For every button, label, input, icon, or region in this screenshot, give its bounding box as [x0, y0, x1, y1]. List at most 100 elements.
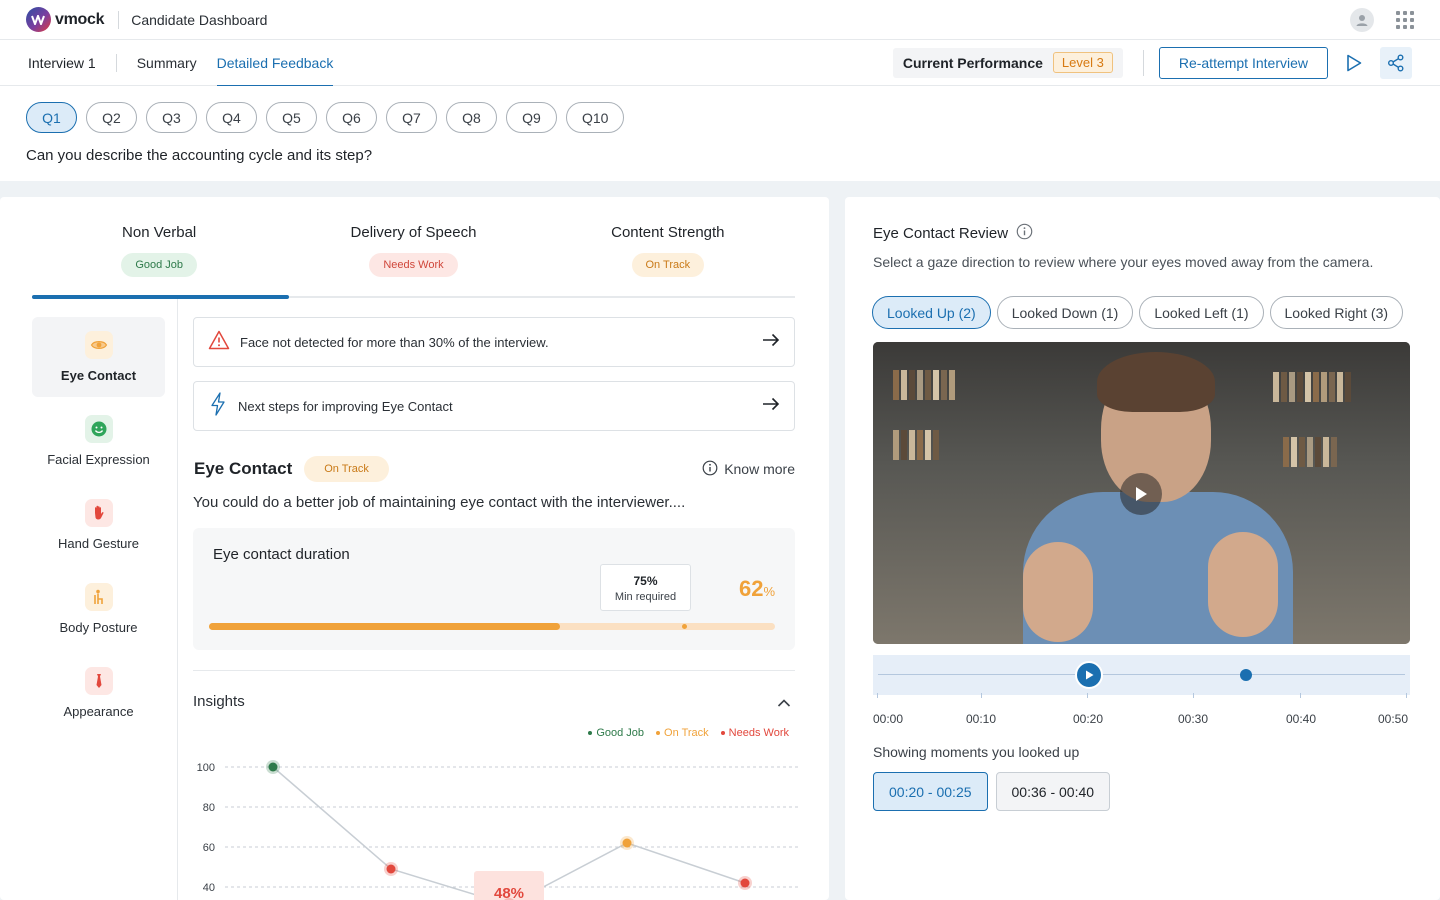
sidebar-item-hand-gesture[interactable]: Hand Gesture: [32, 485, 165, 565]
tie-icon: [84, 667, 113, 695]
min-required-marker: [682, 624, 687, 629]
sidebar-item-label: Facial Expression: [47, 452, 150, 467]
sidebar-item-appearance[interactable]: Appearance: [32, 653, 165, 733]
question-pill-q2[interactable]: Q2: [86, 102, 137, 133]
sidebar-item-facial-expression[interactable]: Facial Expression: [32, 401, 165, 481]
question-text: Can you describe the accounting cycle an…: [26, 147, 373, 164]
arrow-right-icon[interactable]: [762, 397, 780, 416]
question-pill-q1[interactable]: Q1: [26, 102, 77, 133]
play-icon[interactable]: [1338, 47, 1370, 79]
question-pills: Q1 Q2 Q3 Q4 Q5 Q6 Q7 Q8 Q9 Q10: [26, 102, 625, 133]
question-pill-q3[interactable]: Q3: [146, 102, 197, 133]
timeline-tick: [1087, 693, 1088, 698]
question-pill-q9[interactable]: Q9: [506, 102, 557, 133]
vmock-logo[interactable]: vmock: [26, 7, 105, 32]
tab-summary[interactable]: Summary: [137, 40, 197, 86]
user-avatar-icon[interactable]: [1350, 7, 1374, 32]
question-pill-q5[interactable]: Q5: [266, 102, 317, 133]
category-title: Non Verbal: [122, 224, 197, 241]
level-badge: Level 3: [1052, 52, 1113, 73]
tab-content-strength[interactable]: Content Strength On Track: [541, 219, 795, 301]
top-bar: vmock Candidate Dashboard: [0, 0, 1440, 40]
arrow-right-icon[interactable]: [762, 333, 780, 352]
timeline-label: 00:00: [873, 712, 904, 726]
duration-value-unit: %: [763, 584, 775, 599]
timeline-play-icon[interactable]: [1075, 661, 1103, 689]
timeline-tick: [1406, 693, 1407, 698]
face-not-detected-alert[interactable]: Face not detected for more than 30% of t…: [193, 317, 795, 367]
min-required-value: 75%: [633, 574, 658, 588]
know-more-label: Know more: [724, 461, 795, 477]
gaze-option-looked-right[interactable]: Looked Right (3): [1269, 296, 1404, 329]
apps-grid-icon[interactable]: [1396, 10, 1414, 29]
legend-item-needs-work: Needs Work: [720, 727, 789, 739]
bookshelf: [893, 430, 939, 460]
question-pill-q4[interactable]: Q4: [206, 102, 257, 133]
chart-point[interactable]: [386, 864, 396, 874]
smile-icon: [84, 415, 113, 443]
gaze-option-looked-up[interactable]: Looked Up (2): [872, 296, 991, 329]
sidebar-item-body-posture[interactable]: Body Posture: [32, 569, 165, 649]
chart-point[interactable]: [622, 838, 632, 848]
insights-chart: 100 80 60 40 48%: [197, 760, 798, 900]
info-icon[interactable]: [1016, 223, 1033, 244]
question-pill-q8[interactable]: Q8: [446, 102, 497, 133]
bookshelf: [1283, 437, 1337, 467]
y-tick-label: 60: [203, 842, 215, 854]
timeline-tick: [1300, 693, 1301, 698]
interview-selector[interactable]: Interview 1: [28, 55, 96, 71]
know-more-link[interactable]: Know more: [702, 460, 795, 479]
sidebar-item-eye-contact[interactable]: Eye Contact: [32, 317, 165, 397]
timeline-tick: [981, 693, 982, 698]
tab-non-verbal[interactable]: Non Verbal Good Job: [32, 219, 286, 301]
moment-button[interactable]: 00:20 - 00:25: [873, 772, 988, 811]
brand-name: vmock: [55, 10, 105, 28]
y-tick-label: 40: [203, 882, 215, 894]
tab-detailed-feedback[interactable]: Detailed Feedback: [216, 40, 333, 87]
next-steps-row[interactable]: Next steps for improving Eye Contact: [193, 381, 795, 431]
chart-point[interactable]: [740, 878, 750, 888]
chart-point[interactable]: [268, 762, 278, 772]
reattempt-interview-button[interactable]: Re-attempt Interview: [1158, 46, 1328, 79]
hand-icon: [84, 499, 113, 527]
legend-dot: [588, 731, 593, 735]
share-icon[interactable]: [1380, 46, 1412, 79]
sidebar-item-label: Body Posture: [59, 620, 138, 635]
timeline-tick: [1193, 693, 1194, 698]
status-badge: Needs Work: [369, 253, 458, 277]
person-hand: [1023, 542, 1093, 642]
eye-contact-review-panel: Eye Contact Review Select a gaze directi…: [845, 197, 1440, 900]
bookshelf: [1273, 372, 1351, 402]
question-pill-q10[interactable]: Q10: [566, 102, 625, 133]
legend-dot: [656, 731, 661, 735]
question-pill-q6[interactable]: Q6: [326, 102, 377, 133]
review-title-row: Eye Contact Review: [873, 223, 1033, 244]
tabs-divider: [115, 53, 117, 72]
lightning-icon: [208, 391, 228, 421]
y-tick-label: 80: [203, 802, 215, 814]
question-pill-q7[interactable]: Q7: [386, 102, 437, 133]
video-play-icon[interactable]: [1120, 473, 1162, 515]
timeline-moment-marker[interactable]: [1240, 669, 1252, 681]
next-steps-text: Next steps for improving Eye Contact: [238, 398, 453, 414]
timeline-label: 00:30: [1178, 712, 1209, 726]
gaze-direction-pills: Looked Up (2) Looked Down (1) Looked Left …: [872, 296, 1404, 329]
bookshelf: [893, 370, 955, 400]
eye-icon: [84, 331, 113, 359]
chevron-up-icon[interactable]: [777, 695, 791, 713]
gaze-option-looked-down[interactable]: Looked Down (1): [996, 296, 1134, 329]
timeline-labels: 00:00 00:10 00:20 00:30 00:40 00:50: [873, 712, 1410, 726]
gaze-option-looked-left[interactable]: Looked Left (1): [1139, 296, 1264, 329]
legend-item-good-job: Good Job: [588, 727, 644, 739]
timeline-track: [878, 674, 1405, 675]
insights-divider: [193, 670, 795, 671]
status-badge: On Track: [631, 253, 705, 277]
info-icon: [702, 460, 718, 479]
video-timeline[interactable]: [873, 655, 1410, 698]
video-player[interactable]: [873, 342, 1410, 644]
status-badge: Good Job: [121, 253, 198, 277]
tab-delivery-of-speech[interactable]: Delivery of Speech Needs Work: [286, 219, 540, 301]
alert-text: Face not detected for more than 30% of t…: [240, 334, 549, 350]
moment-button[interactable]: 00:36 - 00:40: [995, 772, 1111, 811]
min-required-tooltip: 75% Min required: [600, 564, 691, 611]
